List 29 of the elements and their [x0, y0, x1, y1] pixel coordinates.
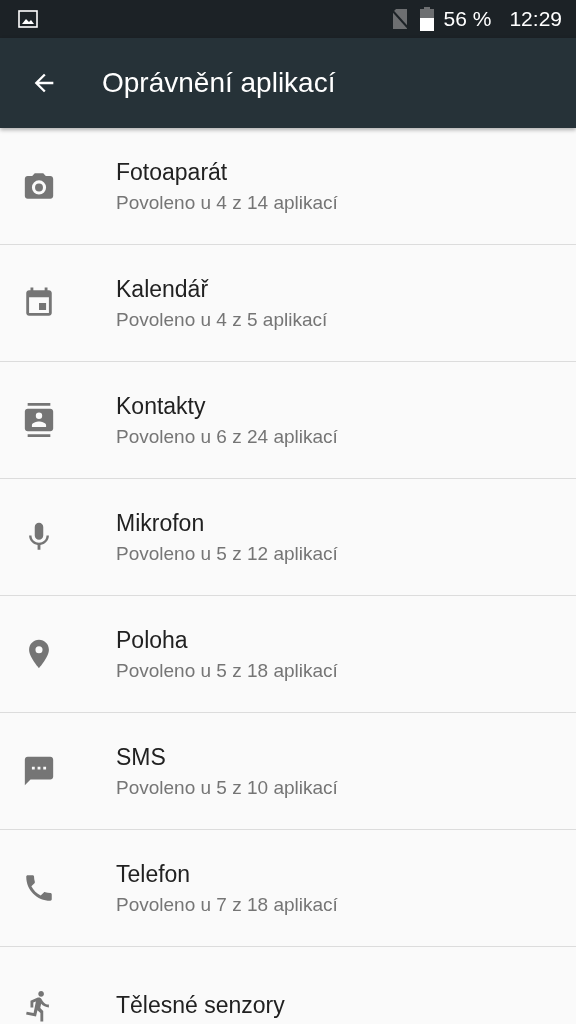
permission-title: Tělesné senzory	[116, 992, 285, 1019]
permission-item[interactable]: Poloha Povoleno u 5 z 18 aplikací	[0, 596, 576, 713]
contacts-icon	[22, 403, 56, 437]
permission-item[interactable]: Kalendář Povoleno u 4 z 5 aplikací	[0, 245, 576, 362]
permission-item[interactable]: Fotoaparát Povoleno u 4 z 14 aplikací	[0, 128, 576, 245]
permission-item[interactable]: Kontakty Povoleno u 6 z 24 aplikací	[0, 362, 576, 479]
permission-summary: Povoleno u 6 z 24 aplikací	[116, 425, 338, 448]
permission-title: Mikrofon	[116, 509, 206, 537]
permission-title: Poloha	[116, 626, 189, 654]
permission-summary: Povoleno u 7 z 18 aplikací	[116, 893, 338, 916]
permission-title: SMS	[116, 743, 167, 771]
permission-item[interactable]: Tělesné senzory	[0, 947, 576, 1024]
permission-title: Kontakty	[116, 392, 207, 420]
permission-item[interactable]: SMS Povoleno u 5 z 10 aplikací	[0, 713, 576, 830]
battery-icon	[419, 7, 434, 31]
permission-title: Telefon	[116, 860, 192, 888]
clock: 12:29	[509, 7, 562, 31]
screen-title: Oprávnění aplikací	[102, 67, 336, 99]
permission-item[interactable]: Mikrofon Povoleno u 5 z 12 aplikací	[0, 479, 576, 596]
permission-summary: Povoleno u 5 z 12 aplikací	[116, 542, 338, 565]
permission-title: Kalendář	[116, 275, 210, 303]
permission-item[interactable]: Telefon Povoleno u 7 z 18 aplikací	[0, 830, 576, 947]
permission-summary: Povoleno u 5 z 10 aplikací	[116, 776, 338, 799]
permission-summary: Povoleno u 4 z 14 aplikací	[116, 191, 338, 214]
permission-title: Fotoaparát	[116, 158, 229, 186]
image-icon	[18, 9, 38, 29]
battery-percent: 56 %	[443, 7, 492, 31]
permission-summary: Povoleno u 5 z 18 aplikací	[116, 659, 338, 682]
permission-summary: Povoleno u 4 z 5 aplikací	[116, 308, 328, 331]
